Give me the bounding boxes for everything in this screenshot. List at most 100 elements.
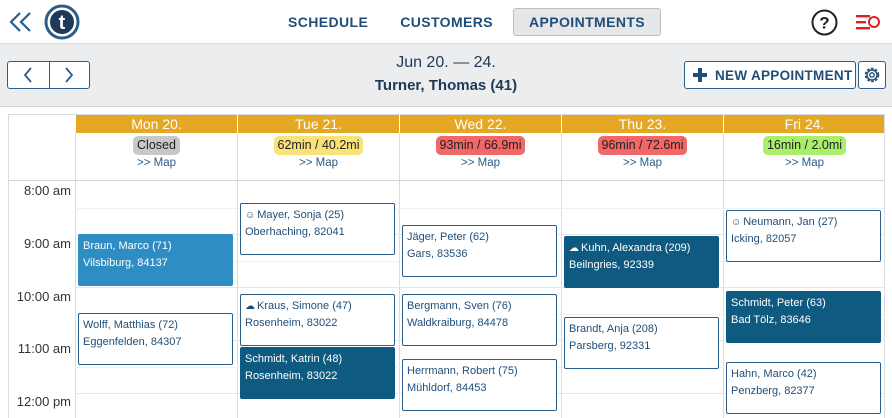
smiley-icon: ☺ [731,217,742,228]
appointment-card[interactable]: Schmidt, Katrin (48) Rosenheim, 83022 [240,347,395,399]
day-summary: Closed >> Map [75,133,237,180]
appointment-name: Brandt, Anja (208) [569,323,658,335]
appointment-customer: Hahn, Marco (42) [731,366,876,383]
day-summary: 62min / 40.2mi >> Map [237,133,399,180]
route-badge: 96min / 72.6mi [597,136,688,155]
header-divider [9,180,884,181]
day-summary: 96min / 72.6mi >> Map [561,133,723,180]
new-appointment-label: NEW APPOINTMENT [715,67,853,83]
appointment-customer: ☺ Neumann, Jan (27) [731,214,876,231]
previous-week-button[interactable] [8,62,49,88]
map-link[interactable]: >> Map [562,157,723,169]
appointment-customer: ☁ Kuhn, Alexandra (209) [569,240,714,257]
route-badge: 62min / 40.2mi [273,136,364,155]
appointment-name: Schmidt, Peter (63) [731,297,826,309]
column-line [237,181,238,418]
top-navigation-bar: t SCHEDULE CUSTOMERS APPOINTMENTS ? [0,0,892,44]
appointment-customer: Wolff, Matthias (72) [83,317,228,334]
appointment-card[interactable]: Wolff, Matthias (72) Eggenfelden, 84307 [78,313,233,365]
help-symbol: ? [819,14,829,33]
appointment-name: Schmidt, Katrin (48) [245,353,343,365]
time-label: 8:00 am [24,183,71,198]
appointment-card[interactable]: Schmidt, Peter (63) Bad Tölz, 83646 [726,291,881,343]
appointment-card[interactable]: ☺ Neumann, Jan (27) Icking, 82057 [726,210,881,262]
appointment-location: Mühldorf, 84453 [407,382,487,394]
appointment-customer: Schmidt, Peter (63) [731,295,876,312]
appointment-customer: Bergmann, Sven (76) [407,298,552,315]
week-header: Jun 20. — 24. Turner, Thomas (41) NEW AP… [0,44,892,107]
appointment-name: Herrmann, Robert (75) [407,365,518,377]
main-tabs: SCHEDULE CUSTOMERS APPOINTMENTS [276,8,662,36]
route-badge: 93min / 66.9mi [435,136,526,155]
appointment-location: Rosenheim, 83022 [245,317,338,329]
tab-schedule[interactable]: SCHEDULE [276,8,380,36]
appointment-name: Kraus, Simone (47) [257,300,352,312]
time-label: 9:00 am [24,236,71,251]
settings-button[interactable] [858,61,886,89]
time-label: 11:00 am [17,341,71,356]
appointment-name: Neumann, Jan (27) [743,216,838,228]
week-navigation [7,61,90,89]
appointment-location: Oberhaching, 82041 [245,226,345,238]
day-header: Wed 22. [399,115,561,133]
appointment-name: Wolff, Matthias (72) [83,319,178,331]
day-header: Fri 24. [723,115,884,133]
appointment-customer: Jäger, Peter (62) [407,229,552,246]
appointment-card[interactable]: ☁ Kuhn, Alexandra (209) Beilngries, 92339 [564,236,719,288]
plus-icon [693,68,707,82]
column-line [75,181,76,418]
appointment-card[interactable]: Braun, Marco (71) Vilsbiburg, 84137 [78,234,233,286]
appointment-name: Hahn, Marco (42) [731,368,817,380]
appointment-location: Parsberg, 92331 [569,340,651,352]
appointment-location: Rosenheim, 83022 [245,370,338,382]
column-line [723,181,724,418]
day-summary: 93min / 66.9mi >> Map [399,133,561,180]
appointment-card[interactable]: Bergmann, Sven (76) Waldkraiburg, 84478 [402,294,557,346]
gear-icon [864,67,880,83]
chevron-right-icon [65,67,74,83]
appointment-card[interactable]: Brandt, Anja (208) Parsberg, 92331 [564,317,719,369]
tab-customers[interactable]: CUSTOMERS [388,8,505,36]
appointment-customer: ☁ Kraus, Simone (47) [245,298,390,315]
appointment-name: Jäger, Peter (62) [407,231,489,243]
appointment-card[interactable]: ☺ Mayer, Sonja (25) Oberhaching, 82041 [240,203,395,255]
double-chevron-left-icon[interactable] [8,11,34,33]
week-calendar: Mon 20. Closed >> Map Tue 21. 62min / 40.2mi… [8,114,885,418]
time-label: 10:00 am [16,289,71,304]
time-label: 12:00 pm [16,394,71,409]
map-link[interactable]: >> Map [724,157,884,169]
help-icon[interactable]: ? [811,9,838,36]
column-line [561,181,562,418]
day-header: Thu 23. [561,115,723,133]
appointment-customer: ☺ Mayer, Sonja (25) [245,207,390,224]
day-summary: 16min / 2.0mi >> Map [723,133,884,180]
appointment-customer: Herrmann, Robert (75) [407,363,552,380]
appointment-location: Penzberg, 82377 [731,385,815,397]
date-range: Jun 20. — 24. [396,54,496,71]
appointment-name: Mayer, Sonja (25) [257,209,345,221]
next-week-button[interactable] [48,62,90,88]
time-gridline [75,287,884,288]
app-logo[interactable]: t [44,4,80,40]
appointment-card[interactable]: Herrmann, Robert (75) Mühldorf, 84453 [402,359,557,411]
appointment-location: Beilngries, 92339 [569,259,655,271]
appointment-card[interactable]: Jäger, Peter (62) Gars, 83536 [402,225,557,277]
appointment-card[interactable]: ☁ Kraus, Simone (47) Rosenheim, 83022 [240,294,395,346]
appointment-name: Bergmann, Sven (76) [407,300,512,312]
employee-name: Turner, Thomas (41) [374,77,518,94]
map-link[interactable]: >> Map [76,157,237,169]
tab-appointments[interactable]: APPOINTMENTS [513,8,662,36]
appointment-name: Kuhn, Alexandra (209) [581,242,691,254]
appointment-name: Braun, Marco (71) [83,240,172,252]
column-line [399,181,400,418]
appointment-location: Bad Tölz, 83646 [731,314,811,326]
chevron-left-icon [24,67,32,83]
new-appointment-button[interactable]: NEW APPOINTMENT [684,61,856,89]
day-header: Mon 20. [75,115,237,133]
menu-icon[interactable] [855,12,881,32]
appointment-card[interactable]: Hahn, Marco (42) Penzberg, 82377 [726,362,881,414]
map-link[interactable]: >> Map [238,157,399,169]
route-badge: 16min / 2.0mi [762,136,847,155]
appointment-customer: Braun, Marco (71) [83,238,228,255]
map-link[interactable]: >> Map [400,157,561,169]
